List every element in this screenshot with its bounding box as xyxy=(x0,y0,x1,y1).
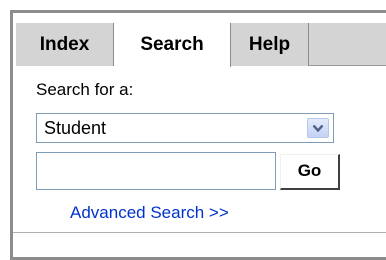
tab-search-label: Search xyxy=(140,34,204,55)
tab-bar-filler xyxy=(309,23,386,66)
go-button-label: Go xyxy=(297,161,322,180)
go-button[interactable]: Go xyxy=(280,154,340,190)
tab-help[interactable]: Help xyxy=(231,23,309,66)
tab-bar: Index Search Help xyxy=(16,23,386,67)
search-type-select[interactable]: Student xyxy=(36,113,334,143)
tab-index-label: Index xyxy=(39,34,90,55)
tab-search[interactable]: Search xyxy=(114,23,231,67)
chevron-down-icon[interactable] xyxy=(307,118,329,138)
advanced-search-link[interactable]: Advanced Search >> xyxy=(70,203,229,223)
search-query-input[interactable] xyxy=(36,152,276,190)
tab-index[interactable]: Index xyxy=(16,23,114,66)
divider xyxy=(13,232,386,233)
search-for-label: Search for a: xyxy=(36,80,134,99)
search-type-selected-value: Student xyxy=(44,118,107,138)
tab-help-label: Help xyxy=(248,34,291,55)
